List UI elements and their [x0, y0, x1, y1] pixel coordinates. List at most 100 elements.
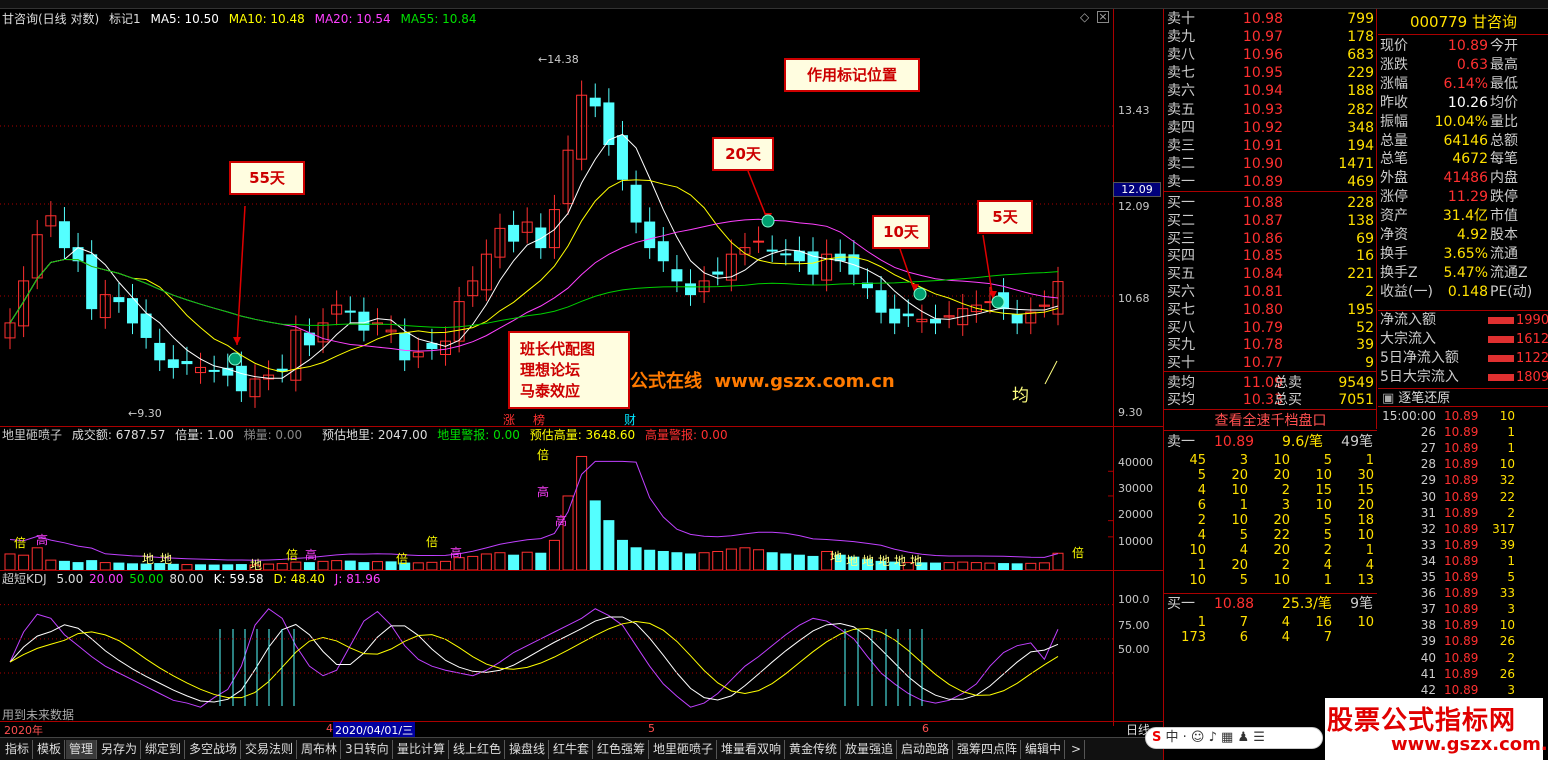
tab-13[interactable]: 红色强筹: [594, 740, 650, 759]
quote-key-2: 流通Z: [1490, 264, 1528, 281]
tab-scroll-arrow[interactable]: >: [1068, 740, 1086, 759]
volume-bar: [385, 561, 397, 571]
tick-row: 31 10.89 2: [1378, 505, 1548, 521]
bei-mark: 倍: [286, 547, 298, 562]
tick-row: 36 10.89 33: [1378, 585, 1548, 601]
date-cursor: 2020/04/01/三: [333, 722, 416, 738]
volume-header: 地里砸喷子 成交额: 6787.57 倍量: 1.00 梯量: 0.00 预估地…: [2, 427, 734, 443]
sell-row[interactable]: 卖九 10.97 178: [1164, 28, 1377, 47]
quote-row: 涨幅 6.14% 最低: [1378, 75, 1548, 94]
volume-bar: [644, 549, 656, 571]
tab-9[interactable]: 量比计算: [394, 740, 450, 759]
quote-key-2: 今开: [1490, 38, 1518, 54]
sell-row[interactable]: 卖二 10.90 1471: [1164, 155, 1377, 174]
depth-cell: 173: [1181, 630, 1206, 645]
tab-2[interactable]: 管理: [66, 740, 98, 759]
sell-row[interactable]: 卖四 10.92 348: [1164, 119, 1377, 138]
buy-row[interactable]: 买四 10.85 16: [1164, 247, 1377, 266]
depth-header: 卖一 10.89 9.6/笔 49笔: [1164, 432, 1377, 452]
buy-row[interactable]: 买三 10.86 69: [1164, 230, 1377, 249]
buy-row[interactable]: 买八 10.79 52: [1164, 319, 1377, 338]
tab-1[interactable]: 模板: [34, 740, 66, 759]
gao-mark: 高: [555, 513, 567, 528]
quote-key-2: 最低: [1490, 75, 1518, 92]
tab-16[interactable]: 黄金传统: [786, 740, 842, 759]
level-volume: 2: [1365, 284, 1374, 300]
kdj-title[interactable]: 超短KDJ: [2, 572, 47, 586]
buy-row[interactable]: 买五 10.84 221: [1164, 265, 1377, 284]
chart-area[interactable]: 甘咨询(日线 对数) 标记1 MA5: 10.50 MA10: 10.48 MA…: [0, 9, 1163, 738]
vol-y-30000: 30000: [1118, 482, 1153, 495]
quote-value: 4672: [1452, 151, 1488, 168]
sell-row[interactable]: 卖三 10.91 194: [1164, 137, 1377, 156]
tick-price: 10.89: [1444, 521, 1479, 536]
depth-cell: 15: [1357, 483, 1374, 498]
candle-body: [58, 221, 70, 249]
tab-18[interactable]: 启动跑路: [898, 740, 954, 759]
candle-body: [766, 249, 778, 252]
buy-row[interactable]: 买六 10.81 2: [1164, 283, 1377, 302]
tab-10[interactable]: 线上红色: [450, 740, 506, 759]
quote-row: 涨跌 0.63 最高: [1378, 56, 1548, 75]
tick-row: 29 10.89 32: [1378, 472, 1548, 488]
candle-body: [685, 283, 697, 296]
bei-mark: 倍: [396, 551, 408, 566]
tab-7[interactable]: 周布林: [298, 740, 342, 759]
tab-6[interactable]: 交易法则: [242, 740, 298, 759]
tab-19[interactable]: 强筹四点阵: [954, 740, 1022, 759]
flow-row: 5日净流入额 1122万: [1378, 349, 1548, 368]
tick-row: 33 10.89 39: [1378, 537, 1548, 553]
quote-value: 0.148: [1447, 283, 1488, 300]
level-label: 卖八: [1167, 47, 1195, 64]
tab-11[interactable]: 操盘线: [506, 740, 550, 759]
buy-row[interactable]: 买一 10.88 228: [1164, 194, 1377, 213]
sell-row[interactable]: 卖五 10.93 282: [1164, 101, 1377, 120]
sell-row[interactable]: 卖十 10.98 799: [1164, 10, 1377, 29]
tick-time: 37: [1420, 602, 1436, 617]
vol-y-10000: 10000: [1118, 535, 1153, 548]
depth-label: 买一: [1167, 596, 1195, 612]
sell-row[interactable]: 卖七 10.95 229: [1164, 64, 1377, 83]
tab-5[interactable]: 多空战场: [186, 740, 242, 759]
total-value: 7051: [1338, 392, 1374, 408]
buy-row[interactable]: 买七 10.80 195: [1164, 301, 1377, 320]
view-all-depth-button[interactable]: 查看全速千档盘口: [1164, 409, 1377, 431]
tab-12[interactable]: 红牛套: [550, 740, 594, 759]
sell-row[interactable]: 卖一 10.89 469: [1164, 173, 1377, 192]
volume-title[interactable]: 地里砸喷子: [2, 428, 62, 442]
tab-8[interactable]: 3日转向: [342, 740, 393, 759]
ime-toolbar[interactable]: S 中 · ☺ ♪ ▦ ♟ ☰: [1145, 727, 1323, 749]
kdj-j: J: 81.96: [334, 572, 381, 586]
tick-time: 32: [1420, 521, 1436, 536]
quote-value: 11.29: [1447, 189, 1488, 206]
flow-divider: [1378, 388, 1548, 389]
quote-key-2: 股本: [1490, 227, 1518, 243]
tab-15[interactable]: 堆量看双响: [718, 740, 786, 759]
depth-cell: 5: [1323, 528, 1332, 543]
volume-amount: 成交额: 6787.57: [71, 428, 166, 442]
tick-volume: 39: [1499, 537, 1515, 552]
depth-cell: 20: [1357, 498, 1374, 513]
buy-row[interactable]: 买九 10.78 39: [1164, 336, 1377, 355]
level-label: 买四: [1167, 248, 1195, 265]
tick-time: 35: [1420, 570, 1436, 584]
candle-body: [889, 308, 901, 324]
tab-20[interactable]: 编辑中: [1022, 740, 1066, 759]
indicator-tab-bar: 指标 模板 管理 另存为 绑定到 多空战场 交易法则 周布林 3日转向 量比计算 线上红色 操盘线 红牛…: [0, 737, 1163, 760]
tab-0[interactable]: 指标: [2, 740, 34, 759]
tab-3[interactable]: 另存为: [98, 740, 142, 759]
stock-title: 000779 甘咨询: [1378, 9, 1548, 35]
tick-time: 15:00:00: [1382, 409, 1436, 423]
tab-14[interactable]: 地里砸喷子: [650, 740, 718, 759]
kdj-k: K: 59.58: [213, 572, 264, 586]
tick-time: 38: [1420, 618, 1436, 633]
quote-key-2: 总额: [1490, 132, 1518, 149]
sell-row[interactable]: 卖六 10.94 188: [1164, 82, 1377, 101]
tick-row: 34 10.89 1: [1378, 553, 1548, 569]
kdj-param-4: 80.00: [169, 572, 204, 586]
tab-4[interactable]: 绑定到: [142, 740, 186, 759]
tab-17[interactable]: 放量强追: [842, 740, 898, 759]
buy-row[interactable]: 买二 10.87 138: [1164, 212, 1377, 231]
sell-row[interactable]: 卖八 10.96 683: [1164, 46, 1377, 65]
trace-header[interactable]: ▣ 逐笔还原: [1378, 390, 1548, 407]
